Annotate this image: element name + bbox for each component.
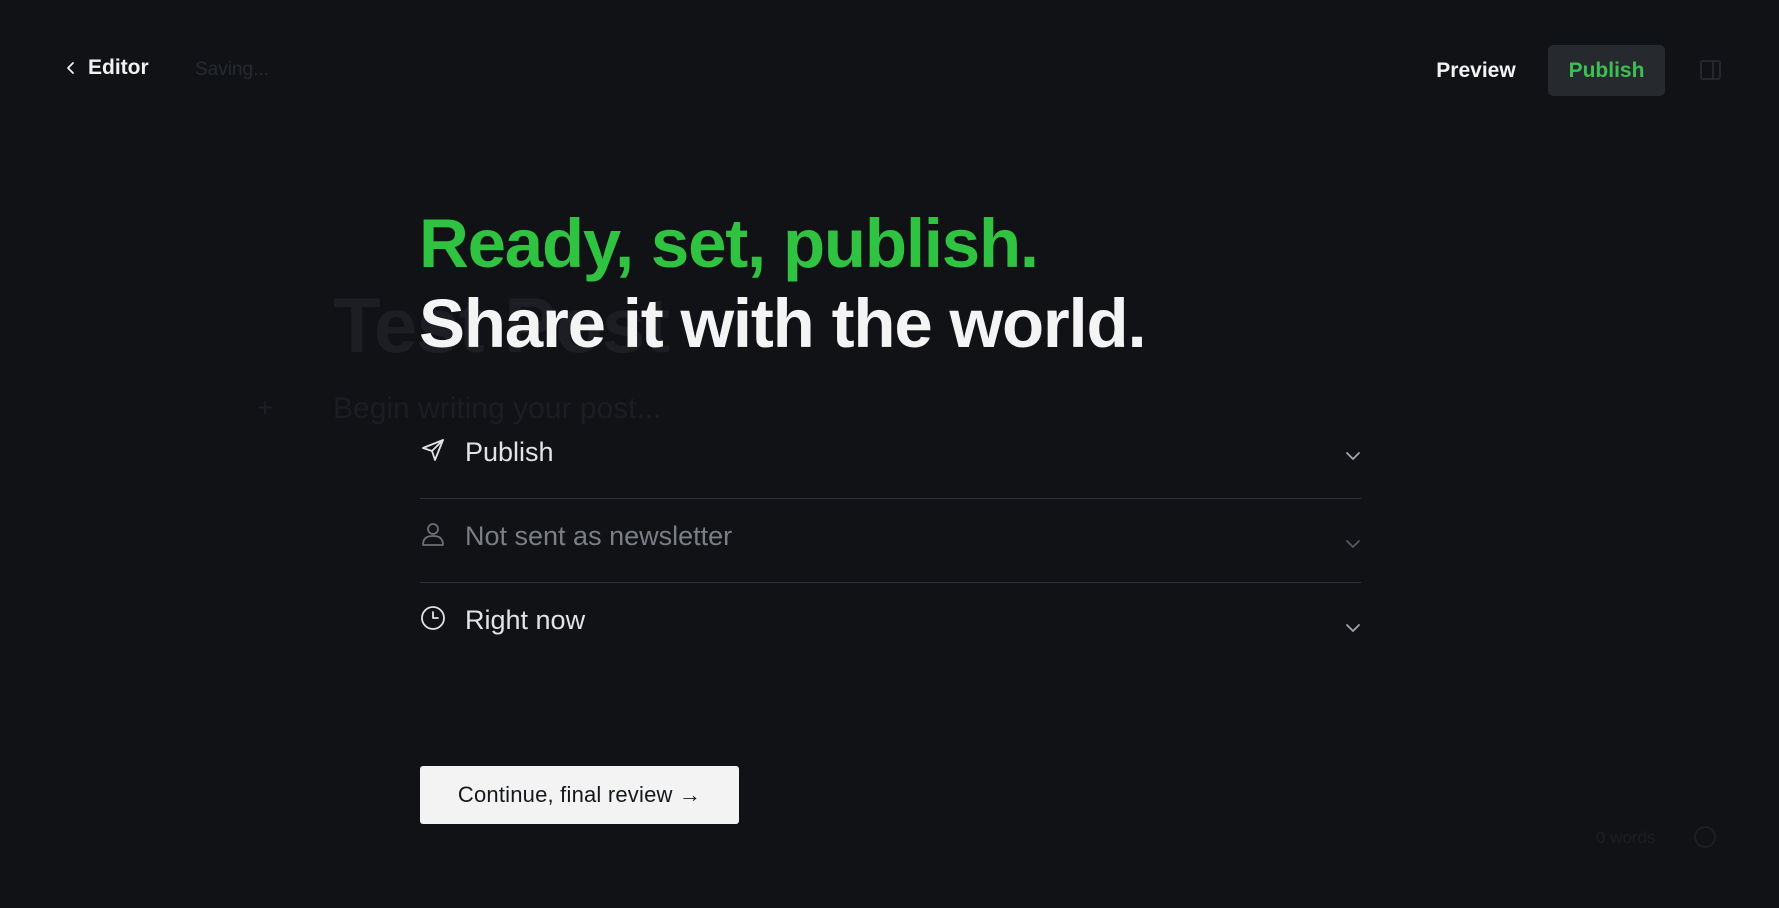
add-card-icon: + bbox=[257, 392, 274, 423]
publish-settings: Publish Not sent as newsletter Right now bbox=[420, 415, 1361, 666]
sidebar-toggle-icon[interactable] bbox=[1700, 60, 1721, 80]
continue-final-review-button[interactable]: Continue, final review → bbox=[420, 766, 739, 824]
chevron-down-icon bbox=[1346, 452, 1360, 460]
heading-line-1: Ready, set, publish. bbox=[419, 205, 1039, 282]
clock-icon bbox=[420, 605, 446, 631]
newsletter-label: Not sent as newsletter bbox=[465, 521, 733, 551]
newsletter-row[interactable]: Not sent as newsletter bbox=[420, 498, 1361, 582]
top-bar: Editor Saving... Preview Publish bbox=[0, 0, 1779, 142]
chevron-down-icon bbox=[1346, 624, 1360, 632]
chevron-left-icon bbox=[67, 62, 74, 74]
paper-plane-icon bbox=[420, 437, 446, 463]
chevron-down-icon bbox=[1346, 540, 1360, 548]
schedule-row[interactable]: Right now bbox=[420, 582, 1361, 666]
preview-button[interactable]: Preview bbox=[1420, 46, 1532, 96]
save-status: Saving... bbox=[195, 59, 269, 80]
back-label: Editor bbox=[88, 56, 149, 79]
help-icon bbox=[1694, 826, 1716, 848]
publish-type-row[interactable]: Publish bbox=[420, 415, 1361, 498]
schedule-label: Right now bbox=[465, 605, 586, 635]
publish-button[interactable]: Publish bbox=[1548, 45, 1665, 96]
publish-type-label: Publish bbox=[465, 437, 554, 467]
word-count: 0 words bbox=[1596, 828, 1656, 847]
heading-line-2: Share it with the world. bbox=[419, 285, 1147, 362]
user-icon bbox=[420, 521, 446, 547]
publish-heading: Ready, set, publish. Share it with the w… bbox=[419, 204, 1147, 364]
back-to-editor-link[interactable]: Editor bbox=[64, 56, 149, 80]
